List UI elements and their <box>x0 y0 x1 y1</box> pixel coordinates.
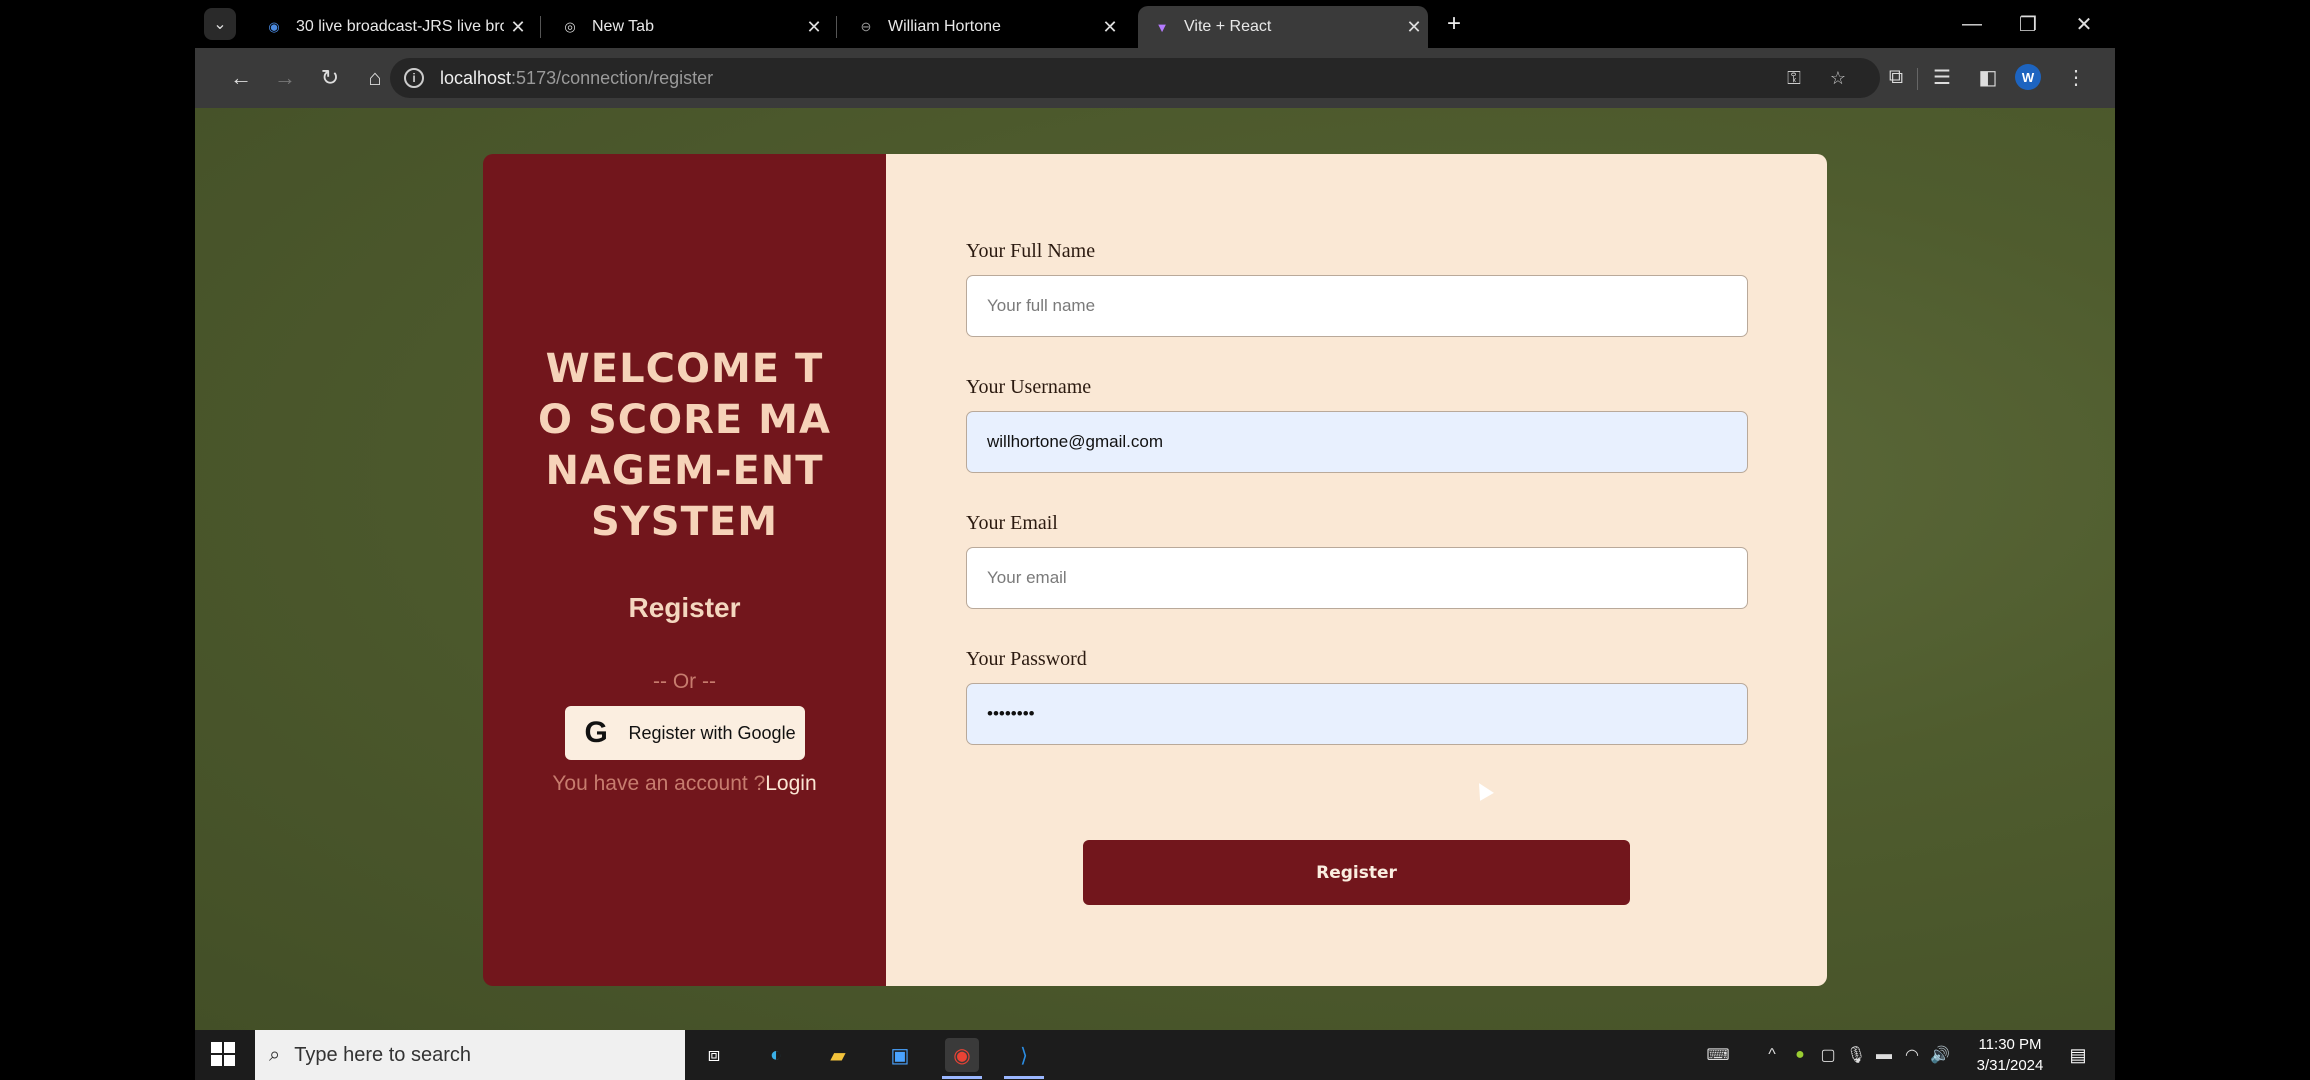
close-window-icon[interactable]: ✕ <box>2056 4 2112 44</box>
restore-icon[interactable]: ❐ <box>2000 4 2056 44</box>
tab-title: 30 live broadcast-JRS live broad <box>296 18 504 35</box>
email-label: Your Email <box>966 512 1058 534</box>
login-link[interactable]: Login <box>765 772 816 795</box>
full-name-input[interactable] <box>966 275 1748 337</box>
register-submit-button[interactable]: Register <box>1083 840 1630 905</box>
username-label: Your Username <box>966 376 1092 398</box>
globe-icon: ◉ <box>268 19 280 34</box>
chrome-icon: ◎ <box>564 19 576 34</box>
clock-time: 11:30 PM <box>1978 1036 2042 1053</box>
file-explorer-icon[interactable]: ▰ <box>821 1038 855 1072</box>
microphone-icon[interactable]: 🎙 <box>1845 1044 1867 1066</box>
chrome-taskbar-icon[interactable]: ◉ <box>945 1038 979 1072</box>
url-path: :5173/connection/register <box>511 67 714 88</box>
tab-william-hortone[interactable]: ⊖ William Hortone ✕ <box>842 6 1124 48</box>
email-input[interactable] <box>966 547 1748 609</box>
taskbar-search-placeholder: Type here to search <box>294 1043 471 1066</box>
app-icon[interactable]: ▣ <box>883 1038 917 1072</box>
edge-browser-icon[interactable]: ◐ <box>759 1038 793 1072</box>
side-panel-icon[interactable]: ◧ <box>1973 62 2003 92</box>
password-key-icon[interactable]: ⚿ <box>1782 66 1806 90</box>
show-hidden-icons-chevron[interactable]: ^ <box>1761 1044 1783 1066</box>
vite-icon: ▼ <box>1155 19 1169 35</box>
new-tab-plus-icon[interactable]: + <box>1440 10 1468 38</box>
forward-arrow-icon[interactable]: → <box>267 60 303 96</box>
register-card: WELCOME TO SCORE MANAGEM-ENT SYSTEM Regi… <box>483 154 1827 986</box>
volume-icon[interactable]: 🔊 <box>1929 1044 1951 1066</box>
google-g-icon: G <box>584 716 608 749</box>
close-icon[interactable]: ✕ <box>800 17 828 38</box>
profile-avatar[interactable]: W <box>2015 64 2041 90</box>
account-prompt: You have an account ?Login <box>552 772 816 796</box>
account-prompt-text: You have an account ? <box>552 772 766 795</box>
register-with-google-button[interactable]: G Register with Google <box>564 706 805 760</box>
keyboard-icon[interactable]: ⌨ <box>1703 1044 1733 1066</box>
bookmark-star-icon[interactable]: ☆ <box>1826 66 1850 90</box>
media-control-icon[interactable]: ☰ <box>1927 62 1957 92</box>
url-host: localhost <box>440 67 512 88</box>
password-input[interactable] <box>966 683 1748 745</box>
tab-jrs-broadcast[interactable]: ◉ 30 live broadcast-JRS live broad ✕ <box>250 6 532 48</box>
full-name-label: Your Full Name <box>966 240 1096 262</box>
vscode-icon[interactable]: ⟩ <box>1007 1038 1041 1072</box>
search-icon: ⌕ <box>269 1043 281 1066</box>
tray-app-icon[interactable]: ● <box>1789 1044 1811 1066</box>
device-icon[interactable]: ▢ <box>1817 1044 1839 1066</box>
tab-vite-react[interactable]: ▼ Vite + React ✕ <box>1138 6 1428 48</box>
close-icon[interactable]: ✕ <box>1096 17 1124 38</box>
welcome-panel: WELCOME TO SCORE MANAGEM-ENT SYSTEM Regi… <box>483 154 886 986</box>
page-viewport: WELCOME TO SCORE MANAGEM-ENT SYSTEM Regi… <box>195 108 2115 1030</box>
welcome-heading: WELCOME TO SCORE MANAGEM-ENT SYSTEM <box>538 346 831 545</box>
home-icon[interactable]: ⌂ <box>357 60 393 96</box>
register-heading: Register <box>628 592 741 623</box>
tab-title: New Tab <box>592 18 654 35</box>
reload-icon[interactable]: ↻ <box>312 60 348 96</box>
task-view-icon[interactable]: ⧈ <box>697 1038 731 1072</box>
battery-icon[interactable]: ▬ <box>1873 1044 1895 1066</box>
username-input[interactable] <box>966 411 1748 473</box>
password-label: Your Password <box>966 648 1087 670</box>
taskbar-clock[interactable]: 11:30 PM 3/31/2024 <box>1965 1034 2055 1076</box>
back-arrow-icon[interactable]: ← <box>223 60 259 96</box>
windows-start-icon[interactable] <box>211 1042 235 1066</box>
or-divider-text: -- Or -- <box>653 670 716 693</box>
tab-new-tab[interactable]: ◎ New Tab ✕ <box>546 6 828 48</box>
address-bar[interactable]: i localhost:5173/connection/register ⚿ ☆ <box>390 58 1880 98</box>
google-button-label: Register with Google <box>628 722 796 743</box>
close-icon[interactable]: ✕ <box>504 17 532 38</box>
browser-toolbar: ← → ↻ ⌂ i localhost:5173/connection/regi… <box>195 48 2115 108</box>
windows-taskbar: ⌕ Type here to search ⧈ ◐ ▰ ▣ ◉ ⟩ ⌨ ^ ● … <box>195 1030 2115 1080</box>
wifi-icon[interactable]: ◠ <box>1901 1044 1923 1066</box>
clock-date: 3/31/2024 <box>1976 1057 2044 1074</box>
tab-title: Vite + React <box>1184 18 1272 35</box>
menu-kebab-icon[interactable]: ⋮ <box>2061 62 2091 92</box>
extensions-puzzle-icon[interactable]: ⧉ <box>1881 62 1911 92</box>
register-form: Your Full Name Your Username Your Email … <box>886 154 1827 986</box>
browser-window: ⌄ ◉ 30 live broadcast-JRS live broad ✕ ◎… <box>0 0 2310 1080</box>
tab-strip: ⌄ ◉ 30 live broadcast-JRS live broad ✕ ◎… <box>0 0 2310 48</box>
taskbar-search[interactable]: ⌕ Type here to search <box>255 1030 685 1080</box>
page-icon: ⊖ <box>860 19 872 34</box>
notification-icon[interactable]: ▤ <box>2065 1042 2091 1068</box>
site-info-icon[interactable]: i <box>404 68 424 88</box>
minimize-icon[interactable]: — <box>1944 4 2000 44</box>
close-icon[interactable]: ✕ <box>1400 17 1428 38</box>
tab-search-chevron-icon[interactable]: ⌄ <box>204 8 236 40</box>
tab-title: William Hortone <box>888 18 1001 35</box>
